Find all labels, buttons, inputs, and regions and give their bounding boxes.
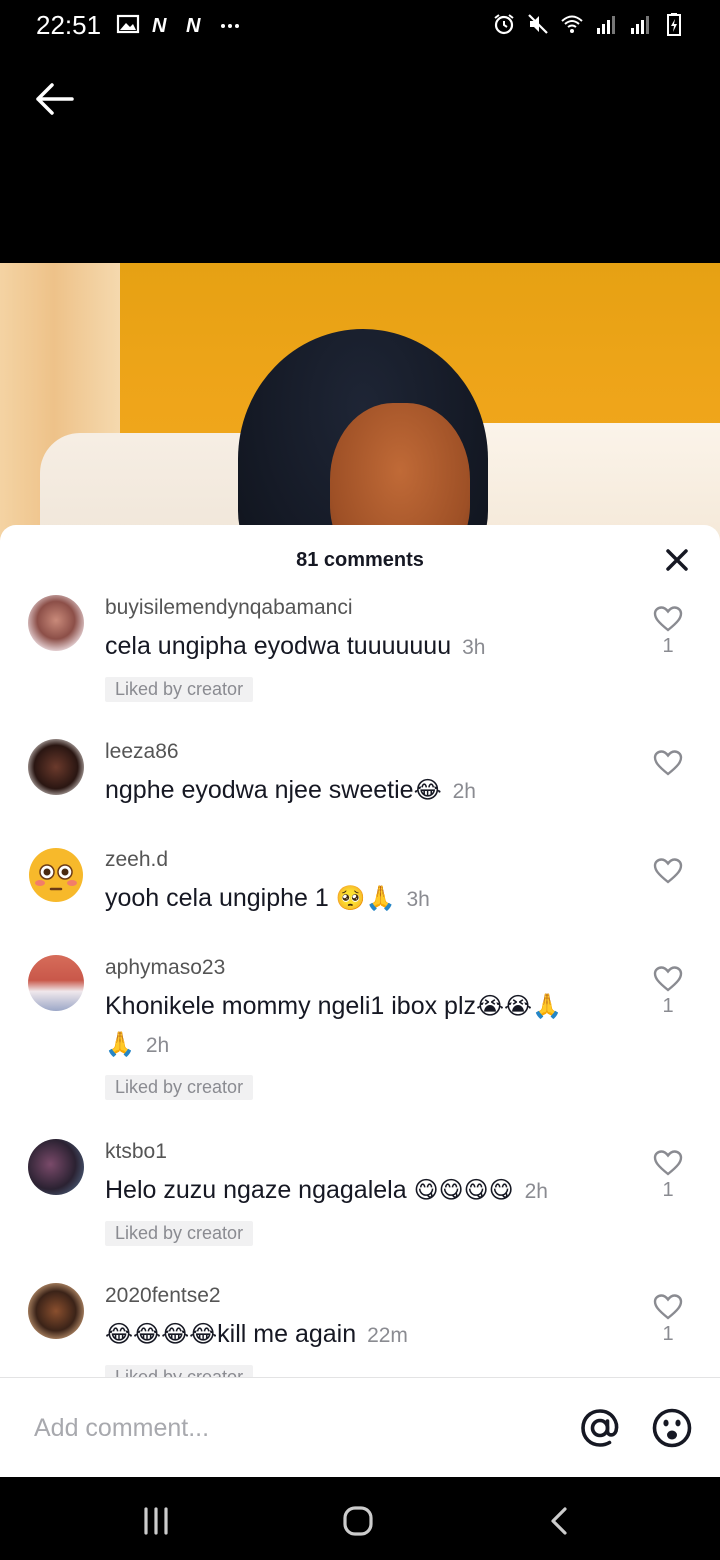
- comment-time: 2h: [524, 1180, 548, 1203]
- comment-input-bar: [0, 1377, 720, 1477]
- comment-username[interactable]: aphymaso23: [105, 953, 630, 981]
- n-icon: N: [186, 15, 201, 36]
- heart-icon[interactable]: [653, 1293, 683, 1321]
- comment-item[interactable]: 2020fentse2 😂😂😂😂kill me again 22m Liked …: [0, 1281, 720, 1377]
- mute-icon: [528, 14, 548, 34]
- avatar[interactable]: [28, 1283, 84, 1339]
- comment-item[interactable]: zeeh.d yooh cela ungiphe 1 🥺🙏 3h: [0, 845, 720, 953]
- comments-list[interactable]: buyisilemendynqabamanci cela ungipha eyo…: [0, 593, 720, 1377]
- alarm-icon: [494, 14, 514, 35]
- like-column: [642, 749, 694, 777]
- like-count: 1: [662, 1323, 674, 1345]
- svg-text:N: N: [152, 15, 167, 36]
- close-icon[interactable]: [664, 547, 690, 573]
- comment-body: ngphe eyodwa njee sweetie: [105, 776, 414, 804]
- person-face-graphic: [330, 403, 470, 543]
- status-time: 22:51: [36, 10, 102, 40]
- flushed-face-icon: [29, 848, 83, 902]
- like-column: [642, 857, 694, 885]
- comment-item[interactable]: buyisilemendynqabamanci cela ungipha eyo…: [0, 593, 720, 737]
- comments-count: 81 comments: [296, 549, 424, 571]
- more-dots-icon: [221, 24, 239, 28]
- back-icon[interactable]: [540, 1501, 580, 1541]
- comment-time: 3h: [406, 888, 430, 911]
- comment-username[interactable]: buyisilemendynqabamanci: [105, 593, 630, 621]
- like-count: 1: [662, 635, 674, 657]
- comment-text: Helo zuzu ngaze ngagalela 😋😋😋😋 2h: [105, 1171, 630, 1211]
- avatar[interactable]: [28, 1139, 84, 1195]
- gallery-icon: [116, 14, 140, 34]
- liked-by-creator-badge: Liked by creator: [105, 677, 254, 702]
- comment-body: Khonikele mommy ngeli1 ibox plz: [105, 992, 477, 1020]
- status-right-icons: [492, 12, 686, 36]
- comment-emoji: 😂: [413, 776, 442, 804]
- wifi-icon: [561, 15, 583, 33]
- n-icon: N: [152, 15, 167, 36]
- comment-username[interactable]: zeeh.d: [105, 845, 630, 873]
- comment-item[interactable]: leeza86 ngphe eyodwa njee sweetie😂 2h: [0, 737, 720, 845]
- comment-emoji: 🥺🙏: [335, 884, 396, 912]
- like-column: 1: [642, 1293, 694, 1346]
- comment-body: yooh cela ungiphe 1: [105, 884, 336, 912]
- recent-apps-icon[interactable]: [136, 1501, 176, 1541]
- signal-icon: [597, 16, 615, 34]
- like-count: 1: [662, 1179, 674, 1201]
- heart-icon[interactable]: [653, 605, 683, 633]
- liked-by-creator-badge: Liked by creator: [105, 1365, 254, 1377]
- avatar[interactable]: [28, 739, 84, 795]
- svg-text:N: N: [186, 15, 201, 36]
- comment-username[interactable]: ktsbo1: [105, 1137, 630, 1165]
- like-column: 1: [642, 605, 694, 658]
- battery-icon: [667, 13, 681, 36]
- home-icon[interactable]: [338, 1501, 378, 1541]
- like-count: 1: [662, 995, 674, 1017]
- avatar[interactable]: [28, 847, 84, 903]
- signal-icon: [631, 16, 649, 34]
- heart-icon[interactable]: [653, 857, 683, 885]
- comment-time: 3h: [462, 636, 486, 659]
- comment-text: ngphe eyodwa njee sweetie😂 2h: [105, 771, 630, 811]
- comment-username[interactable]: 2020fentse2: [105, 1281, 630, 1309]
- add-comment-input[interactable]: [34, 1408, 554, 1448]
- video-frame[interactable]: [0, 263, 720, 543]
- comments-header: 81 comments: [0, 525, 720, 593]
- comment-text: 😂😂😂😂kill me again 22m: [105, 1315, 630, 1355]
- heart-icon[interactable]: [653, 749, 683, 777]
- heart-icon[interactable]: [653, 1149, 683, 1177]
- comment-time: 2h: [145, 1034, 170, 1057]
- liked-by-creator-badge: Liked by creator: [105, 1221, 254, 1246]
- heart-icon[interactable]: [653, 965, 683, 993]
- avatar[interactable]: [28, 955, 84, 1011]
- comments-sheet: 81 comments buyisilemendynqabamanci cela…: [0, 525, 720, 1477]
- emoji-icon[interactable]: [650, 1406, 694, 1450]
- comment-body: kill me again: [217, 1320, 357, 1348]
- comment-item[interactable]: aphymaso23 Khonikele mommy ngeli1 ibox p…: [0, 953, 720, 1137]
- like-column: 1: [642, 965, 694, 1018]
- comment-time: 2h: [452, 780, 476, 803]
- comment-emoji: 🙏: [105, 1030, 135, 1058]
- status-left-icons: N N: [116, 12, 242, 36]
- comment-body: cela ungipha eyodwa tuuuuuuu: [105, 632, 452, 660]
- comment-item[interactable]: ktsbo1 Helo zuzu ngaze ngagalela 😋😋😋😋 2h…: [0, 1137, 720, 1281]
- back-arrow-icon[interactable]: [30, 78, 78, 120]
- comment-emoji: 😭😭🙏: [476, 992, 562, 1020]
- liked-by-creator-badge: Liked by creator: [105, 1075, 254, 1100]
- system-nav-bar: [0, 1477, 720, 1560]
- comment-emoji: 😂😂😂😂: [105, 1320, 218, 1348]
- avatar[interactable]: [28, 595, 84, 651]
- comment-time: 22m: [367, 1324, 408, 1347]
- comment-username[interactable]: leeza86: [105, 737, 630, 765]
- like-column: 1: [642, 1149, 694, 1202]
- mention-icon[interactable]: [578, 1406, 622, 1450]
- comment-body: Helo zuzu ngaze ngagalela: [105, 1176, 414, 1204]
- comment-text: yooh cela ungiphe 1 🥺🙏 3h: [105, 879, 630, 919]
- comment-text: Khonikele mommy ngeli1 ibox plz😭😭🙏 🙏 2h: [105, 987, 630, 1065]
- comment-text: cela ungipha eyodwa tuuuuuuu 3h: [105, 627, 630, 667]
- video-top-area: [0, 52, 720, 263]
- status-bar: 22:51 N N: [0, 0, 720, 52]
- comment-emoji: 😋😋😋😋: [413, 1176, 514, 1204]
